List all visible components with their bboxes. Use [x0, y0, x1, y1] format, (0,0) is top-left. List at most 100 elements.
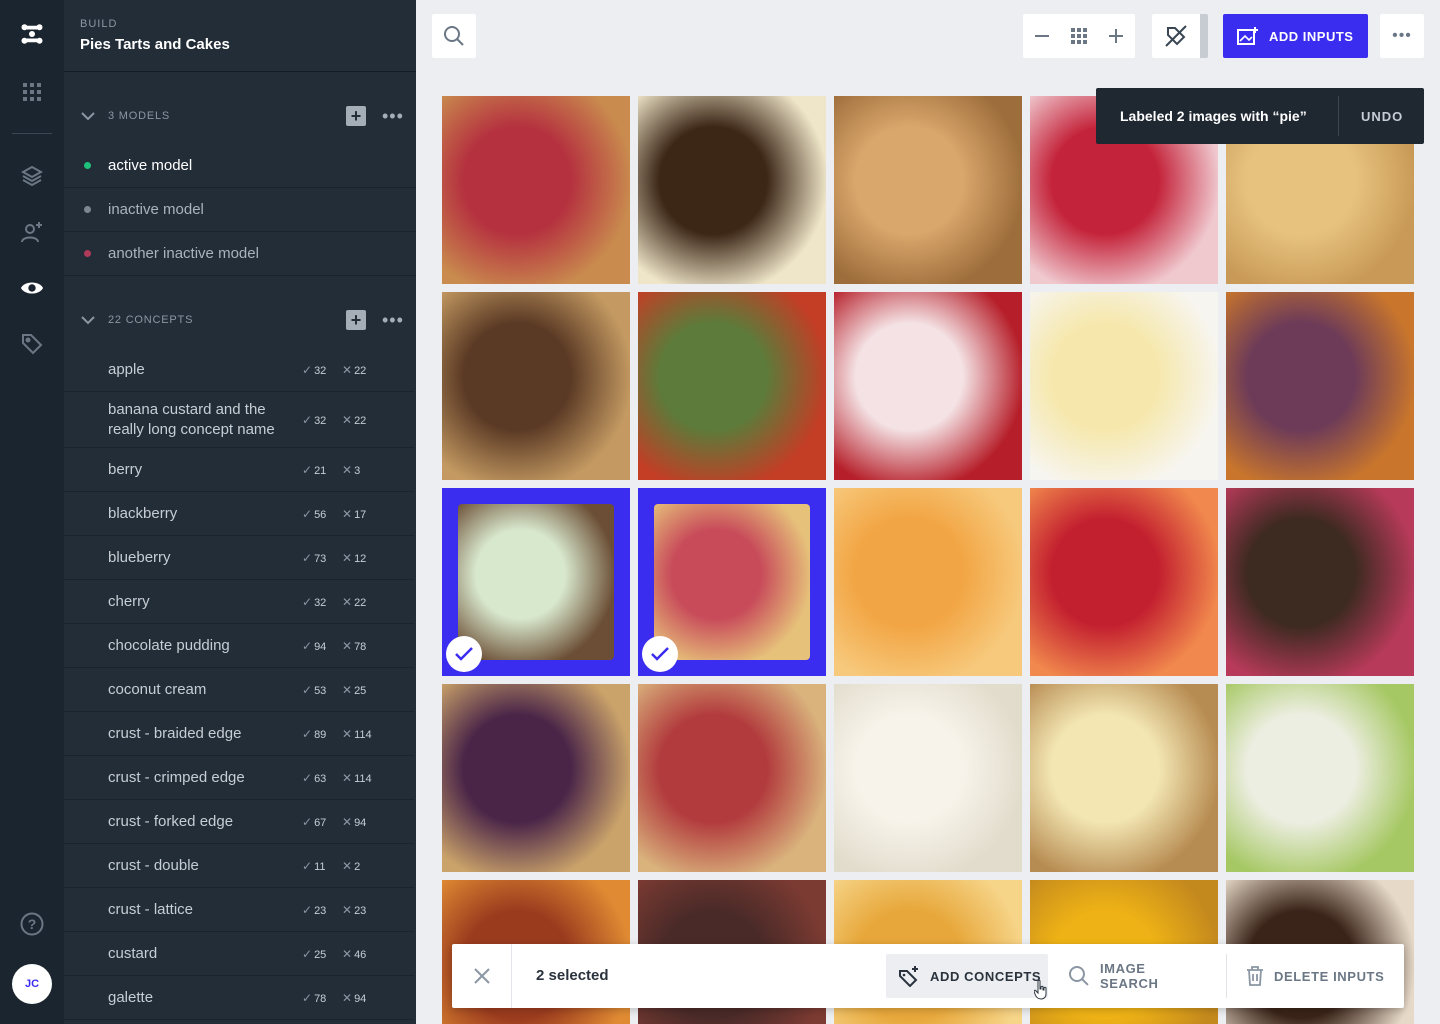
hide-labels-button[interactable] — [1152, 14, 1208, 58]
main-area: ADD INPUTS ••• Labeled 2 images with “pi… — [416, 0, 1440, 1024]
image-tile[interactable] — [638, 292, 826, 480]
zoom-out-icon[interactable] — [1023, 14, 1060, 58]
x-icon: ✕ — [342, 947, 353, 961]
delete-inputs-button[interactable]: DELETE INPUTS — [1246, 954, 1396, 998]
image-tile[interactable] — [834, 96, 1022, 284]
negative-count-value: 22 — [354, 365, 367, 377]
add-inputs-label: ADD INPUTS — [1269, 28, 1354, 44]
more-options-button[interactable]: ••• — [1380, 14, 1424, 58]
grid-view-icon[interactable] — [1060, 14, 1097, 58]
apps-grid-icon[interactable] — [20, 80, 44, 104]
image-tile[interactable] — [442, 684, 630, 872]
clear-selection-button[interactable] — [452, 944, 512, 1008]
undo-button[interactable]: UNDO — [1361, 109, 1403, 124]
selected-check-icon[interactable] — [446, 636, 482, 672]
check-icon: ✓ — [302, 363, 313, 377]
image-tile[interactable] — [442, 96, 630, 284]
model-item[interactable]: inactive model — [64, 188, 416, 232]
image-tile[interactable] — [442, 488, 630, 676]
concept-item[interactable]: chocolate pudding ✓ 94 ✕ 78 — [64, 624, 414, 668]
image-tile[interactable] — [1226, 488, 1414, 676]
concept-item[interactable]: crust - double ✓ 11 ✕ 2 — [64, 844, 414, 888]
check-icon: ✓ — [302, 507, 313, 521]
concept-item[interactable]: crust - forked edge ✓ 67 ✕ 94 — [64, 800, 414, 844]
add-inputs-button[interactable]: ADD INPUTS — [1223, 14, 1368, 58]
image-search-button[interactable]: IMAGE SEARCH — [1068, 954, 1208, 998]
concept-item[interactable]: coconut cream ✓ 53 ✕ 25 — [64, 668, 414, 712]
image-tile[interactable] — [638, 96, 826, 284]
image-tile[interactable] — [442, 292, 630, 480]
models-more-icon[interactable]: ••• — [382, 106, 404, 127]
concept-item[interactable]: crust - lattice ✓ 23 ✕ 23 — [64, 888, 414, 932]
image-thumbnail — [1226, 684, 1414, 872]
negative-count: ✕ 3 — [342, 463, 360, 477]
chevron-down-icon[interactable] — [80, 108, 96, 124]
image-tile[interactable] — [1030, 292, 1218, 480]
image-thumbnail — [638, 684, 826, 872]
add-image-icon — [1237, 27, 1258, 45]
x-icon: ✕ — [342, 683, 353, 697]
check-icon: ✓ — [302, 463, 313, 477]
concept-name: crust - double — [108, 857, 199, 874]
chevron-down-icon[interactable] — [80, 312, 96, 328]
image-tile[interactable] — [1226, 684, 1414, 872]
add-user-icon[interactable] — [20, 220, 44, 244]
zoom-in-icon[interactable] — [1098, 14, 1135, 58]
concept-item[interactable]: crust - crimped edge ✓ 63 ✕ 114 — [64, 756, 414, 800]
image-thumbnail — [442, 292, 630, 480]
add-concepts-button[interactable]: ADD CONCEPTS — [886, 954, 1048, 998]
concept-item[interactable]: blackberry ✓ 56 ✕ 17 — [64, 492, 414, 536]
svg-text:?: ? — [28, 916, 37, 932]
add-concepts-label: ADD CONCEPTS — [930, 968, 1042, 984]
model-status-dot — [84, 162, 91, 169]
concept-name: blueberry — [108, 549, 171, 566]
hide-labels-icon — [1165, 25, 1187, 47]
concept-item[interactable]: apple ✓ 32 ✕ 22 — [64, 348, 414, 392]
positive-count-value: 21 — [314, 465, 327, 477]
logo-icon[interactable] — [20, 22, 44, 46]
concept-item[interactable]: crust - braided edge ✓ 89 ✕ 114 — [64, 712, 414, 756]
search-button[interactable] — [432, 14, 476, 58]
x-icon: ✕ — [342, 727, 353, 741]
concept-name: crust - crimped edge — [108, 769, 245, 786]
negative-count: ✕ 2 — [342, 859, 360, 873]
image-tile[interactable] — [834, 488, 1022, 676]
concept-item[interactable]: berry ✓ 21 ✕ 3 — [64, 448, 414, 492]
check-icon: ✓ — [302, 991, 313, 1005]
eye-icon[interactable] — [20, 276, 44, 300]
concept-item[interactable]: blueberry ✓ 73 ✕ 12 — [64, 536, 414, 580]
help-icon[interactable]: ? — [20, 912, 44, 936]
image-tile[interactable] — [1030, 684, 1218, 872]
avatar[interactable]: JC — [12, 964, 52, 1004]
positive-count: ✓ 94 — [302, 639, 326, 653]
concept-item[interactable]: cherry ✓ 32 ✕ 22 — [64, 580, 414, 624]
negative-count: ✕ 17 — [342, 507, 366, 521]
action-divider — [1226, 954, 1227, 998]
check-icon: ✓ — [302, 771, 313, 785]
tag-icon[interactable] — [20, 332, 44, 356]
image-tile[interactable] — [1226, 292, 1414, 480]
model-item[interactable]: another inactive model — [64, 232, 416, 276]
models-section-header[interactable]: 3 MODELS + ••• — [64, 94, 416, 138]
concept-item[interactable]: banana custard and the really long conce… — [64, 392, 414, 448]
concepts-section-header[interactable]: 22 CONCEPTS + ••• — [64, 298, 416, 342]
selected-check-icon[interactable] — [642, 636, 678, 672]
image-tile[interactable] — [638, 684, 826, 872]
add-concept-button[interactable]: + — [346, 310, 366, 330]
concept-item[interactable]: custard ✓ 25 ✕ 46 — [64, 932, 414, 976]
image-tile[interactable] — [638, 488, 826, 676]
layers-icon[interactable] — [20, 164, 44, 188]
image-tile[interactable] — [834, 292, 1022, 480]
positive-count-value: 94 — [314, 641, 327, 653]
app-title: Pies Tarts and Cakes — [80, 36, 230, 53]
negative-count: ✕ 94 — [342, 991, 366, 1005]
add-model-button[interactable]: + — [346, 106, 366, 126]
check-icon: ✓ — [302, 727, 313, 741]
negative-count-value: 46 — [354, 949, 367, 961]
concepts-more-icon[interactable]: ••• — [382, 310, 404, 331]
model-item[interactable]: active model — [64, 144, 416, 188]
image-tile[interactable] — [1030, 488, 1218, 676]
concept-item[interactable]: galette ✓ 78 ✕ 94 — [64, 976, 414, 1020]
check-icon: ✓ — [302, 859, 313, 873]
image-tile[interactable] — [834, 684, 1022, 872]
